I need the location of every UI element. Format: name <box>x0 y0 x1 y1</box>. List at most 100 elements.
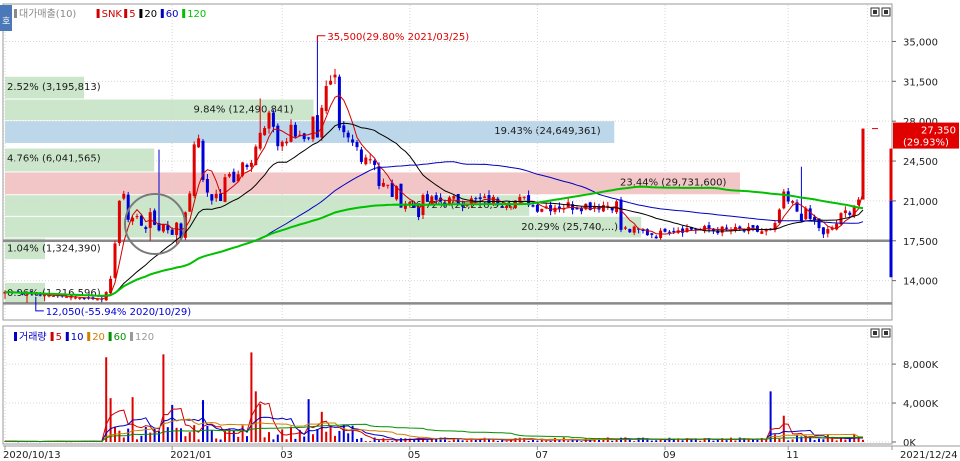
volume-bar <box>294 438 297 442</box>
date-tick-label: 11 <box>786 450 799 461</box>
volume-bar <box>329 427 332 442</box>
candle-body <box>289 124 293 142</box>
candle-body <box>417 207 421 218</box>
price-tick-label: 14,000 <box>903 277 938 288</box>
volume-bar <box>105 357 108 442</box>
volume-bar <box>664 440 666 442</box>
candle-body <box>135 216 139 218</box>
last-price-value: 27,350 <box>921 126 956 137</box>
volume-bar <box>334 435 336 442</box>
volume-bar <box>655 440 658 442</box>
candle-body <box>505 205 509 208</box>
volume-bar <box>857 438 860 442</box>
price-tick-label: 31,500 <box>903 77 938 88</box>
legend-label: 10 <box>71 332 84 343</box>
price-tick-label: 24,500 <box>903 157 938 168</box>
candle-body <box>535 204 539 212</box>
volume-bar <box>395 440 398 442</box>
volume-bar <box>466 440 468 442</box>
volume-bar <box>787 440 790 442</box>
volume-bar <box>650 440 653 442</box>
candle-body <box>69 297 73 299</box>
candle-body <box>386 184 390 186</box>
volume-bar <box>796 434 798 442</box>
volume-bar <box>505 441 508 442</box>
candle-body <box>619 199 623 230</box>
candle-body <box>214 193 218 199</box>
high-annotation: 35,500(29.80% 2021/03/25) <box>327 32 469 43</box>
candle-body <box>170 229 174 235</box>
candle-body <box>359 149 363 162</box>
volume-bar <box>338 430 341 442</box>
candle-body <box>601 205 605 212</box>
volume-bar <box>818 438 820 442</box>
candle-body <box>425 194 429 202</box>
volume-panel[interactable]: 0K 4,000K 8,000K 거래량 5 10 20 60 120 <box>2 325 939 449</box>
volume-bar <box>628 439 631 442</box>
candle-body <box>227 174 231 177</box>
volume-bar <box>272 439 275 442</box>
candle-body <box>65 296 69 298</box>
candle-body <box>377 166 381 187</box>
candle-body <box>861 128 865 200</box>
stock-chart[interactable]: 19.43% (24,649,361)23.44% (29,731,600)16… <box>0 0 960 461</box>
volume-bar <box>835 440 838 442</box>
legend-swatch <box>160 9 164 18</box>
volume-tick-label: 0K <box>903 438 916 449</box>
candle-body <box>223 177 227 202</box>
candle-body <box>263 128 267 136</box>
volume-bar <box>307 399 310 442</box>
candle-body <box>791 201 795 203</box>
volume-tick-label: 8,000K <box>903 360 939 371</box>
candle-body <box>663 228 667 232</box>
candle-body <box>373 160 377 165</box>
price-panel[interactable]: 19.43% (24,649,361)23.44% (29,731,600)16… <box>0 3 959 321</box>
volume-bar <box>219 439 222 442</box>
legend-label: 20 <box>92 332 105 343</box>
volume-bar <box>378 440 380 442</box>
volume-bar <box>254 391 257 442</box>
candle-body <box>478 197 482 199</box>
candle-body <box>249 162 253 167</box>
candle-body <box>293 124 297 137</box>
volume-bar <box>250 352 253 442</box>
volume-bar <box>232 430 235 442</box>
candle-body <box>681 228 685 233</box>
volume-bar <box>813 440 816 442</box>
volume-profile-label: 1.04% (1,324,390) <box>7 243 101 254</box>
candle-body <box>843 210 847 214</box>
candle-body <box>280 141 284 147</box>
candle-body <box>531 205 535 207</box>
close-icon <box>884 331 888 335</box>
close-icon <box>884 10 888 14</box>
candle-body <box>509 206 513 208</box>
legend-label: 거래량 <box>19 331 47 343</box>
legend-swatch <box>108 332 112 341</box>
date-tick-label: 07 <box>535 450 548 461</box>
volume-bar <box>862 439 864 442</box>
candle-body <box>742 230 746 232</box>
volume-bar <box>492 439 495 442</box>
date-tick-label: 2021/12/24 <box>900 450 958 461</box>
legend-swatch <box>124 9 128 18</box>
candle-body <box>302 133 306 140</box>
candle-body <box>351 139 355 143</box>
candle-body <box>667 231 671 233</box>
volume-bar <box>237 436 240 442</box>
candle-body <box>522 196 526 198</box>
candle-body <box>267 112 271 129</box>
volume-bar <box>716 439 719 442</box>
volume-bar <box>166 427 169 442</box>
candle-body <box>474 198 478 200</box>
candle-body <box>95 299 99 301</box>
price-tick-label: 17,500 <box>903 237 938 248</box>
candle-body <box>144 227 148 229</box>
volume-bar <box>738 437 741 442</box>
candle-body <box>346 132 350 138</box>
maximize-icon <box>873 331 877 335</box>
legend-label: 60 <box>114 332 127 343</box>
candle-body <box>188 193 192 212</box>
candle-body <box>205 179 209 193</box>
date-tick-label: 03 <box>280 450 293 461</box>
volume-bar <box>268 432 270 442</box>
